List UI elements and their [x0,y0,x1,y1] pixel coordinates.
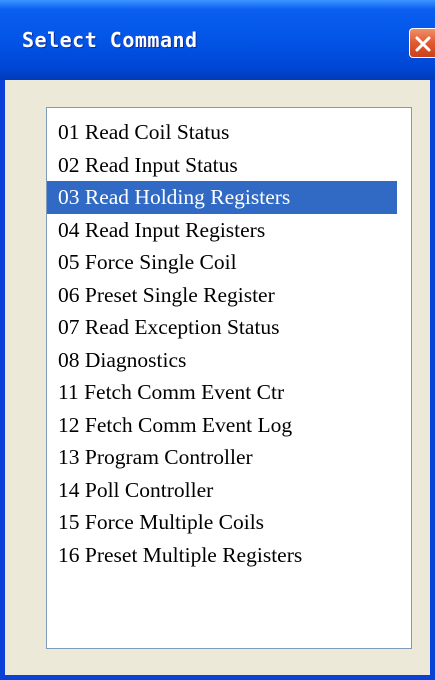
list-item-02[interactable]: 02 Read Input Status [47,149,411,182]
list-item-14[interactable]: 14 Poll Controller [47,474,411,507]
command-listbox[interactable]: 01 Read Coil Status 02 Read Input Status… [46,107,412,649]
list-item-11[interactable]: 11 Fetch Comm Event Ctr [47,376,411,409]
list-item-06[interactable]: 06 Preset Single Register [47,279,411,312]
list-item-15[interactable]: 15 Force Multiple Coils [47,506,411,539]
title-bar[interactable]: Select Command [0,0,435,80]
close-button[interactable] [409,28,435,58]
select-command-dialog: Select Command 01 Read Coil Status 02 Re… [0,0,435,680]
list-item-12[interactable]: 12 Fetch Comm Event Log [47,409,411,442]
list-item-01[interactable]: 01 Read Coil Status [47,116,411,149]
list-item-03-selected[interactable]: 03 Read Holding Registers [47,181,397,214]
list-item-08[interactable]: 08 Diagnostics [47,344,411,377]
window-title: Select Command [22,28,198,52]
list-item-16[interactable]: 16 Preset Multiple Registers [47,539,411,572]
list-item-13[interactable]: 13 Program Controller [47,441,411,474]
list-item-07[interactable]: 07 Read Exception Status [47,311,411,344]
close-icon [415,36,431,52]
list-item-05[interactable]: 05 Force Single Coil [47,246,411,279]
list-item-04[interactable]: 04 Read Input Registers [47,214,411,247]
